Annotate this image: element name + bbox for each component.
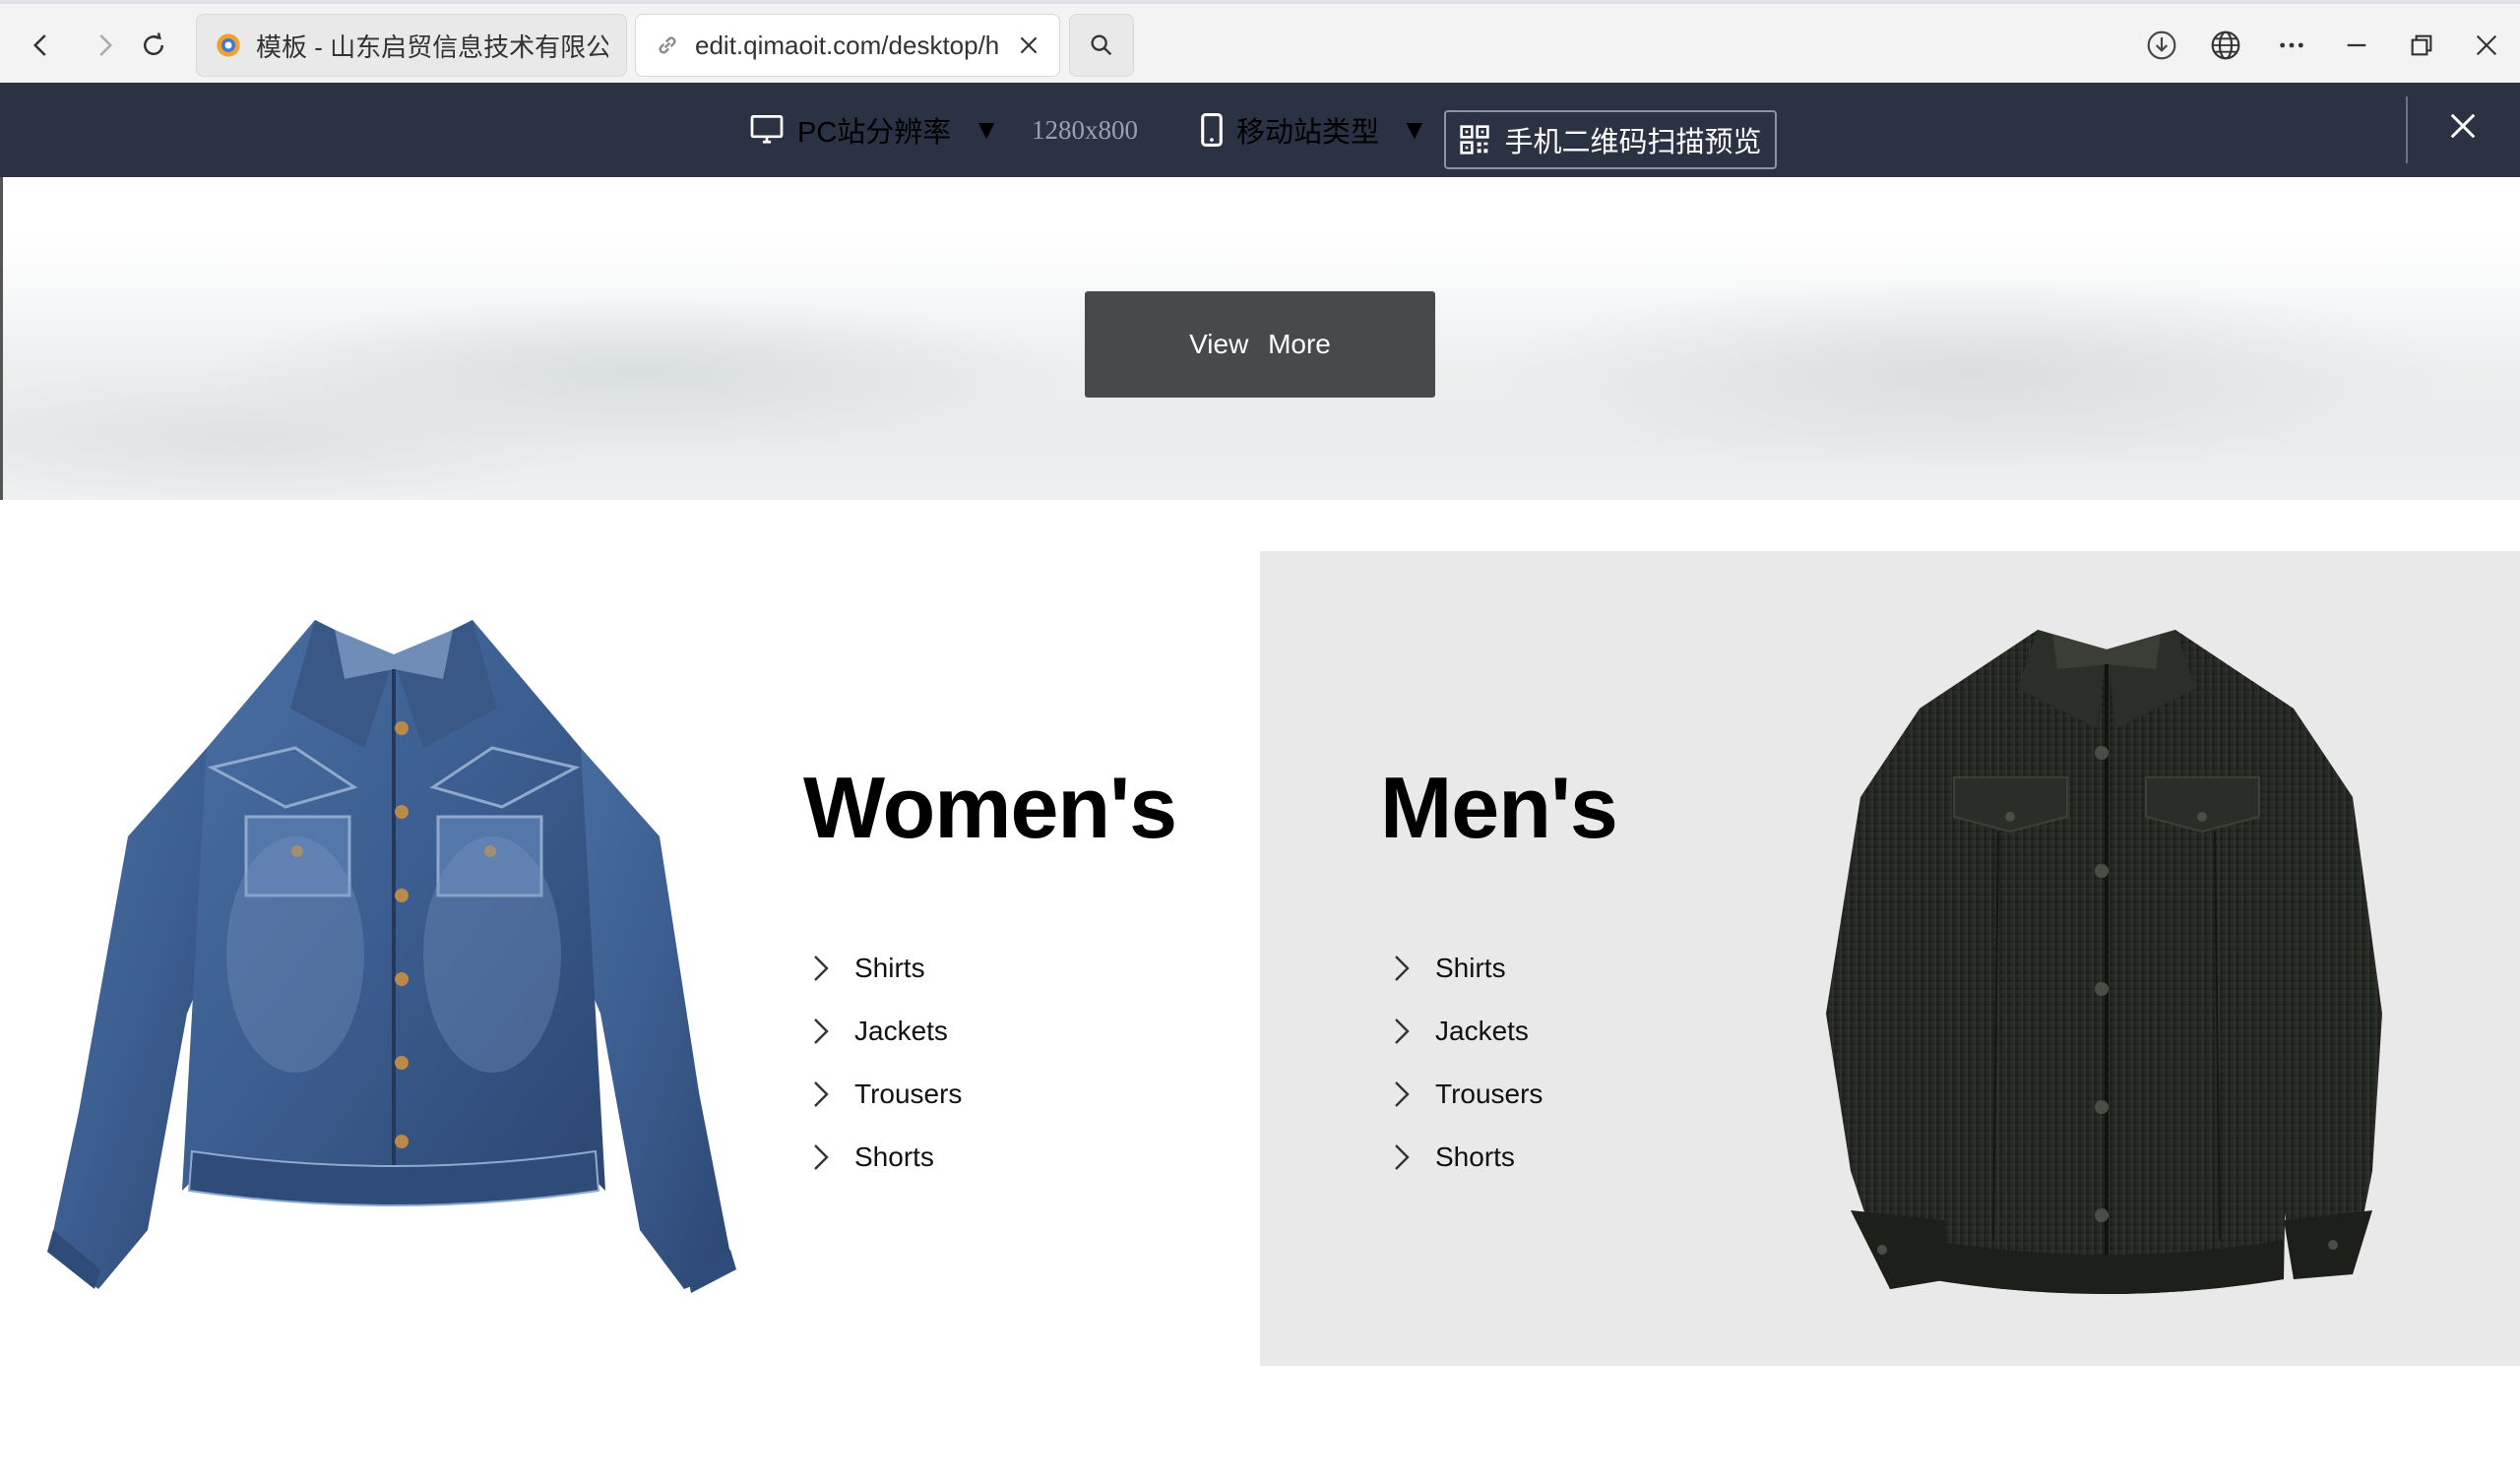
womens-category-list: Shirts Jackets Trousers Shorts [805,937,962,1189]
dropdown-arrow-icon: ▼ [973,114,1001,145]
tab-close-icon[interactable] [1016,32,1041,58]
site-favicon-icon [217,33,240,57]
close-preview-button[interactable] [2439,102,2487,150]
close-icon [2476,34,2497,56]
chevron-right-icon [1395,1018,1410,1044]
tab-template[interactable]: 模板 - 山东启贸信息技术有限公司 [196,14,627,77]
chevron-right-icon [814,1144,829,1170]
list-item[interactable]: Shorts [805,1126,962,1189]
category-link[interactable]: Shorts [854,1141,934,1173]
toolbar-divider [2406,96,2408,163]
mobile-type-dropdown[interactable]: 移动站类型 ▼ [1201,83,1428,177]
category-link[interactable]: Trousers [1435,1079,1543,1110]
back-arrow-icon [32,34,46,56]
globe-icon [2211,31,2240,60]
list-item[interactable]: Trousers [1386,1063,1543,1126]
more-dots-icon [2280,42,2303,48]
minimize-button[interactable] [2331,20,2382,71]
search-icon [1091,34,1112,56]
pc-resolution-dropdown[interactable]: PC站分辨率 ▼ [750,83,1000,177]
translate-button[interactable] [2200,20,2251,71]
qr-preview-label: 手机二维码扫描预览 [1504,127,1762,158]
category-link[interactable]: Shirts [1435,953,1506,984]
back-button[interactable] [16,20,67,71]
chevron-right-icon [814,1081,829,1107]
pc-resolution-label: PC站分辨率 [797,117,952,149]
qr-preview-button[interactable]: 手机二维码扫描预览 [1444,110,1777,169]
chevron-right-icon [1395,1144,1410,1170]
close-icon [2450,113,2476,139]
restore-button[interactable] [2396,20,2447,71]
category-link[interactable]: Shirts [854,953,925,984]
browser-toolbar: 模板 - 山东启贸信息技术有限公司 edit.qimaoit.com/deskt… [0,0,2520,83]
minimize-icon [2347,43,2366,47]
chevron-right-icon [1395,956,1410,981]
reload-button[interactable] [128,20,179,71]
close-window-button[interactable] [2461,20,2512,71]
womens-title: Women's [803,759,1177,856]
chevron-right-icon [814,956,829,981]
mobile-phone-icon [1201,113,1223,147]
mobile-type-label: 移动站类型 [1236,117,1380,149]
tab-editor[interactable]: edit.qimaoit.com/desktop/h [635,14,1060,77]
download-icon [2147,31,2176,60]
menu-button[interactable] [2266,20,2317,71]
list-item[interactable]: Trousers [805,1063,962,1126]
forward-arrow-icon [99,34,113,56]
mens-title: Men's [1380,759,1618,856]
list-item[interactable]: Jackets [1386,1000,1543,1063]
resolution-value: 1280x800 [1032,114,1138,145]
desktop-monitor-icon [750,115,784,144]
mens-corduroy-jacket-image[interactable] [1821,620,2392,1309]
chevron-right-icon [1395,1081,1410,1107]
list-item[interactable]: Shirts [1386,937,1543,1000]
category-link[interactable]: Trousers [854,1079,962,1110]
category-link[interactable]: Shorts [1435,1141,1515,1173]
list-item[interactable]: Jackets [805,1000,962,1063]
qr-code-icon [1460,125,1490,154]
forward-button[interactable] [79,20,130,71]
chevron-right-icon [814,1018,829,1044]
downloads-button[interactable] [2136,20,2187,71]
restore-icon [2411,34,2432,56]
category-link[interactable]: Jackets [1435,1016,1529,1047]
link-icon [659,36,676,54]
banner-mist [1480,276,2464,472]
list-item[interactable]: Shirts [805,937,962,1000]
womens-denim-jacket-image[interactable] [39,600,748,1299]
mens-category-list: Shirts Jackets Trousers Shorts [1386,937,1543,1189]
reload-icon [144,32,164,56]
view-more-button[interactable]: View More [1085,291,1435,398]
search-tab-button[interactable] [1069,14,1134,77]
list-item[interactable]: Shorts [1386,1126,1543,1189]
category-link[interactable]: Jackets [854,1016,948,1047]
tab-title: 模板 - 山东启贸信息技术有限公司 [256,31,608,62]
tab-title: edit.qimaoit.com/desktop/h [695,30,1000,60]
dropdown-arrow-icon: ▼ [1401,114,1428,145]
